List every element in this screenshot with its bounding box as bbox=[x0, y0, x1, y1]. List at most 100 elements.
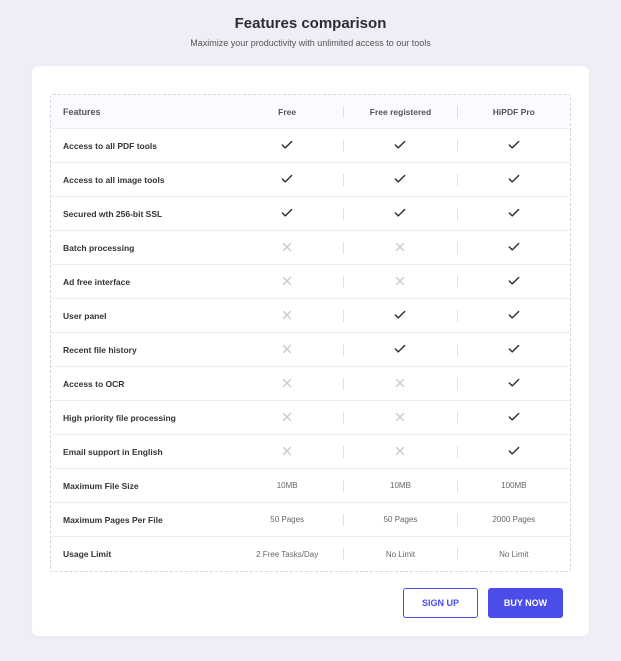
check-icon bbox=[505, 410, 523, 424]
feature-label: High priority file processing bbox=[51, 413, 231, 423]
table-row: High priority file processing bbox=[51, 401, 570, 435]
check-icon bbox=[391, 342, 409, 356]
x-icon bbox=[393, 410, 407, 424]
x-icon bbox=[393, 274, 407, 288]
feature-cell bbox=[344, 444, 456, 460]
x-icon bbox=[280, 444, 294, 458]
feature-cell bbox=[458, 206, 570, 222]
check-icon bbox=[278, 138, 296, 152]
feature-label: Batch processing bbox=[51, 243, 231, 253]
feature-label: Email support in English bbox=[51, 447, 231, 457]
feature-cell bbox=[344, 410, 456, 426]
check-icon bbox=[505, 308, 523, 322]
table-row: Maximum Pages Per File 50 Pages 50 Pages 20… bbox=[51, 503, 570, 537]
x-icon bbox=[393, 376, 407, 390]
feature-cell bbox=[231, 410, 343, 426]
table-row: Email support in English bbox=[51, 435, 570, 469]
check-icon bbox=[505, 274, 523, 288]
check-icon bbox=[505, 376, 523, 390]
table-row: Access to all image tools bbox=[51, 163, 570, 197]
check-icon bbox=[505, 240, 523, 254]
feature-cell bbox=[231, 342, 343, 358]
comparison-table: Features Free Free registered HiPDF Pro … bbox=[50, 94, 571, 572]
feature-cell: No Limit bbox=[344, 550, 456, 559]
feature-cell bbox=[231, 376, 343, 392]
feature-cell bbox=[458, 138, 570, 154]
table-header-row: Features Free Free registered HiPDF Pro bbox=[51, 95, 570, 129]
col-plan-header: HiPDF Pro bbox=[458, 107, 570, 117]
check-icon bbox=[391, 138, 409, 152]
feature-cell bbox=[231, 444, 343, 460]
check-icon bbox=[278, 172, 296, 186]
feature-cell bbox=[344, 240, 456, 256]
feature-cell bbox=[344, 172, 456, 188]
feature-label: Recent file history bbox=[51, 345, 231, 355]
feature-cell bbox=[344, 342, 456, 358]
cell-text: 10MB bbox=[390, 481, 411, 490]
feature-label: Maximum Pages Per File bbox=[51, 515, 231, 525]
feature-label: Secured wth 256-bit SSL bbox=[51, 209, 231, 219]
actions-bar: SIGN UP BUY NOW bbox=[50, 588, 571, 618]
feature-cell: 100MB bbox=[458, 481, 570, 490]
x-icon bbox=[280, 240, 294, 254]
page-title: Features comparison bbox=[0, 15, 621, 32]
x-icon bbox=[280, 342, 294, 356]
feature-cell bbox=[458, 172, 570, 188]
cell-text: 2000 Pages bbox=[492, 515, 535, 524]
cell-text: 10MB bbox=[277, 481, 298, 490]
feature-cell bbox=[458, 308, 570, 324]
check-icon bbox=[505, 206, 523, 220]
feature-label: Maximum File Size bbox=[51, 481, 231, 491]
x-icon bbox=[393, 240, 407, 254]
table-row: User panel bbox=[51, 299, 570, 333]
page-header: Features comparison Maximize your produc… bbox=[0, 15, 621, 48]
comparison-card: Features Free Free registered HiPDF Pro … bbox=[32, 66, 589, 636]
feature-cell bbox=[458, 410, 570, 426]
check-icon bbox=[505, 342, 523, 356]
feature-label: Access to all PDF tools bbox=[51, 141, 231, 151]
col-plan-header: Free registered bbox=[344, 107, 456, 117]
feature-cell bbox=[344, 308, 456, 324]
check-icon bbox=[391, 172, 409, 186]
buy-now-button[interactable]: BUY NOW bbox=[488, 588, 563, 618]
table-row: Access to all PDF tools bbox=[51, 129, 570, 163]
check-icon bbox=[391, 206, 409, 220]
feature-cell bbox=[344, 274, 456, 290]
feature-cell: 2 Free Tasks/Day bbox=[231, 550, 343, 559]
feature-cell bbox=[231, 274, 343, 290]
feature-cell bbox=[344, 138, 456, 154]
feature-cell: 10MB bbox=[344, 481, 456, 490]
table-row: Usage Limit 2 Free Tasks/Day No Limit No Li… bbox=[51, 537, 570, 571]
x-icon bbox=[280, 410, 294, 424]
check-icon bbox=[505, 444, 523, 458]
feature-label: User panel bbox=[51, 311, 231, 321]
table-row: Secured wth 256-bit SSL bbox=[51, 197, 570, 231]
col-features-header: Features bbox=[51, 107, 231, 117]
check-icon bbox=[505, 138, 523, 152]
feature-cell bbox=[458, 376, 570, 392]
feature-cell bbox=[231, 308, 343, 324]
feature-cell bbox=[231, 240, 343, 256]
feature-label: Ad free interface bbox=[51, 277, 231, 287]
cell-text: No Limit bbox=[499, 550, 528, 559]
table-row: Maximum File Size 10MB 10MB 100MB bbox=[51, 469, 570, 503]
check-icon bbox=[278, 206, 296, 220]
x-icon bbox=[393, 444, 407, 458]
feature-label: Usage Limit bbox=[51, 549, 231, 559]
check-icon bbox=[505, 172, 523, 186]
feature-cell bbox=[344, 206, 456, 222]
table-row: Recent file history bbox=[51, 333, 570, 367]
table-row: Ad free interface bbox=[51, 265, 570, 299]
table-row: Batch processing bbox=[51, 231, 570, 265]
feature-cell bbox=[458, 240, 570, 256]
signup-button[interactable]: SIGN UP bbox=[403, 588, 478, 618]
feature-cell bbox=[458, 444, 570, 460]
page-subtitle: Maximize your productivity with unlimite… bbox=[0, 38, 621, 48]
feature-label: Access to all image tools bbox=[51, 175, 231, 185]
feature-cell: 50 Pages bbox=[344, 515, 456, 524]
cell-text: 2 Free Tasks/Day bbox=[256, 550, 318, 559]
cell-text: 50 Pages bbox=[270, 515, 304, 524]
feature-cell: 2000 Pages bbox=[458, 515, 570, 524]
x-icon bbox=[280, 274, 294, 288]
feature-cell bbox=[231, 172, 343, 188]
